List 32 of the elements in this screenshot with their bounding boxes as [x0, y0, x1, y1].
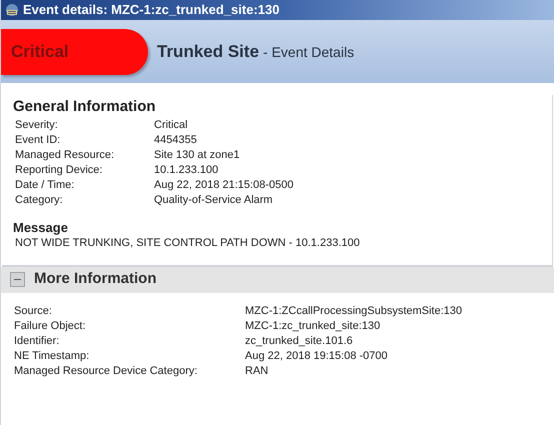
- field-value: Aug 22, 2018 21:15:08-0500: [154, 178, 294, 193]
- field-value: MZC-1:zc_trunked_site:130: [245, 319, 380, 334]
- field-value: Site 130 at zone1: [154, 148, 240, 163]
- page-title: Trunked Site: [157, 40, 260, 63]
- field-value: 4454355: [154, 133, 197, 148]
- collapse-toggle[interactable]: [10, 272, 25, 287]
- field-label: Managed Resource Device Category:: [14, 364, 198, 379]
- field-label: Source:: [14, 304, 53, 319]
- field-label: Severity:: [15, 118, 59, 133]
- field-value: MZC-1:ZCcallProcessingSubsystemSite:130: [245, 304, 462, 319]
- field-value: 10.1.233.100: [154, 163, 218, 178]
- field-label: Reporting Device:: [15, 163, 104, 178]
- page-subtitle: - Event Details: [263, 42, 354, 62]
- field-label: Failure Object:: [14, 319, 87, 334]
- field-label: Event ID:: [15, 133, 62, 148]
- field-label: Category:: [15, 193, 64, 208]
- message-text: NOT WIDE TRUNKING, SITE CONTROL PATH DOWN - 10.1.233.100: [14, 236, 361, 251]
- field-label: Date / Time:: [15, 178, 76, 193]
- field-value: zc_trunked_site.101.6: [245, 334, 353, 349]
- field-label: Managed Resource:: [15, 148, 116, 163]
- field-value: Aug 22, 2018 19:15:08 -0700: [245, 349, 388, 364]
- section-heading: General Information: [13, 97, 157, 117]
- field-label: Identifier:: [14, 334, 60, 349]
- field-value: RAN: [245, 364, 268, 379]
- field-value: Critical: [154, 118, 188, 133]
- section-heading: More Information: [34, 269, 156, 290]
- window-title: Event details: MZC-1:zc_trunked_site:130: [23, 1, 280, 20]
- app-icon: [5, 3, 19, 17]
- severity-badge: Critical: [1, 28, 148, 74]
- field-value: Quality-of-Service Alarm: [154, 193, 273, 208]
- message-heading: Message: [13, 219, 69, 236]
- field-label: NE Timestamp:: [14, 349, 90, 364]
